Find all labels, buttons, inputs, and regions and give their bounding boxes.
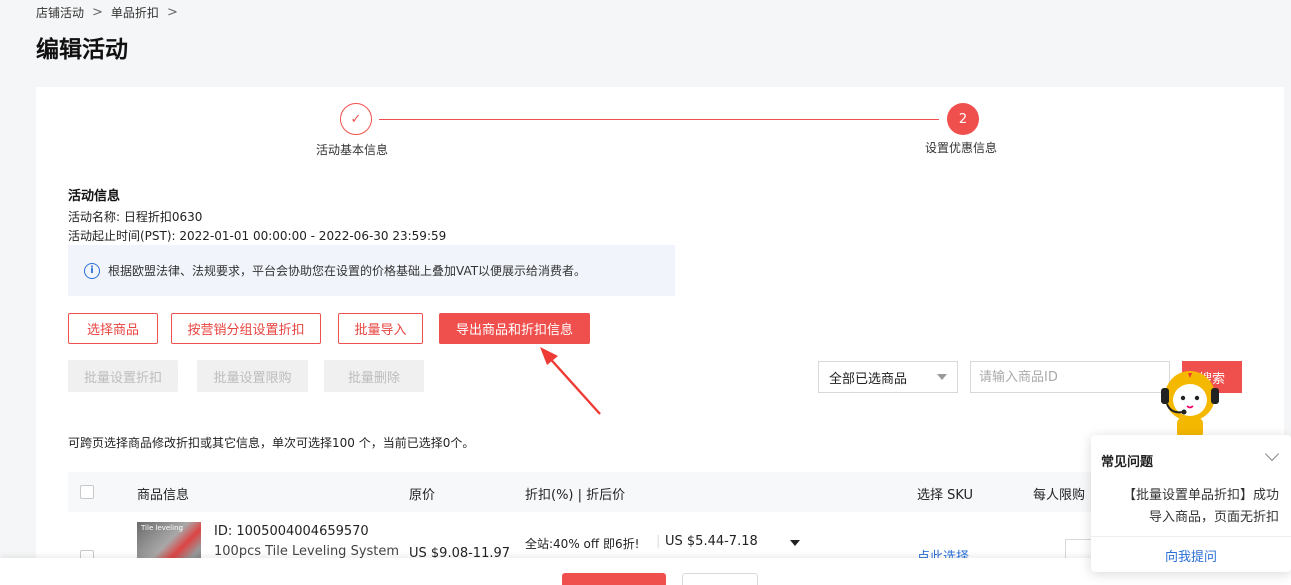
- vat-notice-text: 根据欧盟法律、法规要求，平台会协助您在设置的价格基础上叠加VAT以便展示给消费者…: [108, 264, 587, 278]
- faq-title: 常见问题: [1101, 455, 1154, 470]
- divider: |: [656, 534, 661, 549]
- header-discount: 折扣(%) | 折后价: [525, 488, 626, 503]
- chevron-down-icon[interactable]: [1264, 446, 1280, 462]
- selection-tip: 可跨页选择商品修改折扣或其它信息，单次可选择100 个，当前已选择0个。: [68, 436, 475, 450]
- activity-name: 活动名称: 日程折扣0630: [68, 210, 203, 224]
- breadcrumb: 店铺活动 > 单品折扣 >: [36, 4, 178, 21]
- product-id: ID: 1005004004659570: [214, 524, 369, 539]
- info-icon: i: [84, 262, 100, 279]
- header-select-sku: 选择 SKU: [917, 488, 974, 503]
- cancel-button[interactable]: [682, 573, 758, 585]
- product-thumbnail-text: Tile leveling: [141, 524, 183, 532]
- goods-filter-select[interactable]: 全部已选商品: [818, 361, 958, 393]
- discount-summary: 全站:40% off 即6折!: [525, 537, 640, 551]
- breadcrumb-item-single-discount[interactable]: 单品折扣: [111, 4, 159, 21]
- product-name[interactable]: 100pcs Tile Leveling System: [214, 544, 399, 559]
- chevron-down-icon: [937, 374, 947, 380]
- discount-price: US $5.44-7.18: [665, 534, 758, 549]
- breadcrumb-separator: >: [92, 5, 103, 20]
- vat-notice: i 根据欧盟法律、法规要求，平台会协助您在设置的价格基础上叠加VAT以便展示给消…: [68, 245, 675, 296]
- breadcrumb-item-store-activity[interactable]: 店铺活动: [36, 4, 84, 21]
- step1-label: 活动基本信息: [316, 143, 389, 157]
- assistant-mascot-icon[interactable]: [1157, 366, 1223, 438]
- group-discount-button[interactable]: 按营销分组设置折扣: [171, 313, 321, 344]
- annotation-arrow-icon: [540, 347, 601, 415]
- ask-me-link[interactable]: 向我提问: [1091, 546, 1291, 565]
- page-title: 编辑活动: [36, 37, 128, 63]
- goods-filter-value: 全部已选商品: [829, 371, 908, 387]
- breadcrumb-separator: >: [166, 5, 178, 20]
- activity-info-title: 活动信息: [68, 189, 121, 204]
- batch-discount-button[interactable]: 批量设置折扣: [68, 360, 178, 392]
- activity-time-range: 活动起止时间(PST): 2022-01-01 00:00:00 - 2022-…: [68, 229, 447, 243]
- batch-import-button[interactable]: 批量导入: [338, 313, 423, 344]
- step2-number: 2: [947, 103, 979, 135]
- select-goods-button[interactable]: 选择商品: [68, 313, 158, 344]
- header-limit: 每人限购: [1033, 488, 1086, 503]
- header-goods-info: 商品信息: [137, 488, 190, 503]
- step2-label: 设置优惠信息: [925, 141, 998, 155]
- faq-panel: 常见问题 【批量设置单品折扣】成功导入商品，页面无折扣 向我提问: [1091, 435, 1291, 572]
- caret-down-icon[interactable]: [790, 540, 800, 546]
- goods-id-search-input[interactable]: [970, 361, 1170, 393]
- step1-check-icon: ✓: [340, 103, 372, 135]
- step-progress-line: [379, 119, 939, 120]
- submit-button[interactable]: [562, 573, 666, 585]
- faq-question[interactable]: 【批量设置单品折扣】成功导入商品，页面无折扣: [1119, 485, 1279, 529]
- batch-limit-button[interactable]: 批量设置限购: [197, 360, 308, 392]
- header-original-price: 原价: [409, 488, 436, 503]
- divider: [1091, 536, 1291, 537]
- select-all-checkbox[interactable]: [80, 485, 94, 499]
- batch-delete-button[interactable]: 批量删除: [324, 360, 424, 392]
